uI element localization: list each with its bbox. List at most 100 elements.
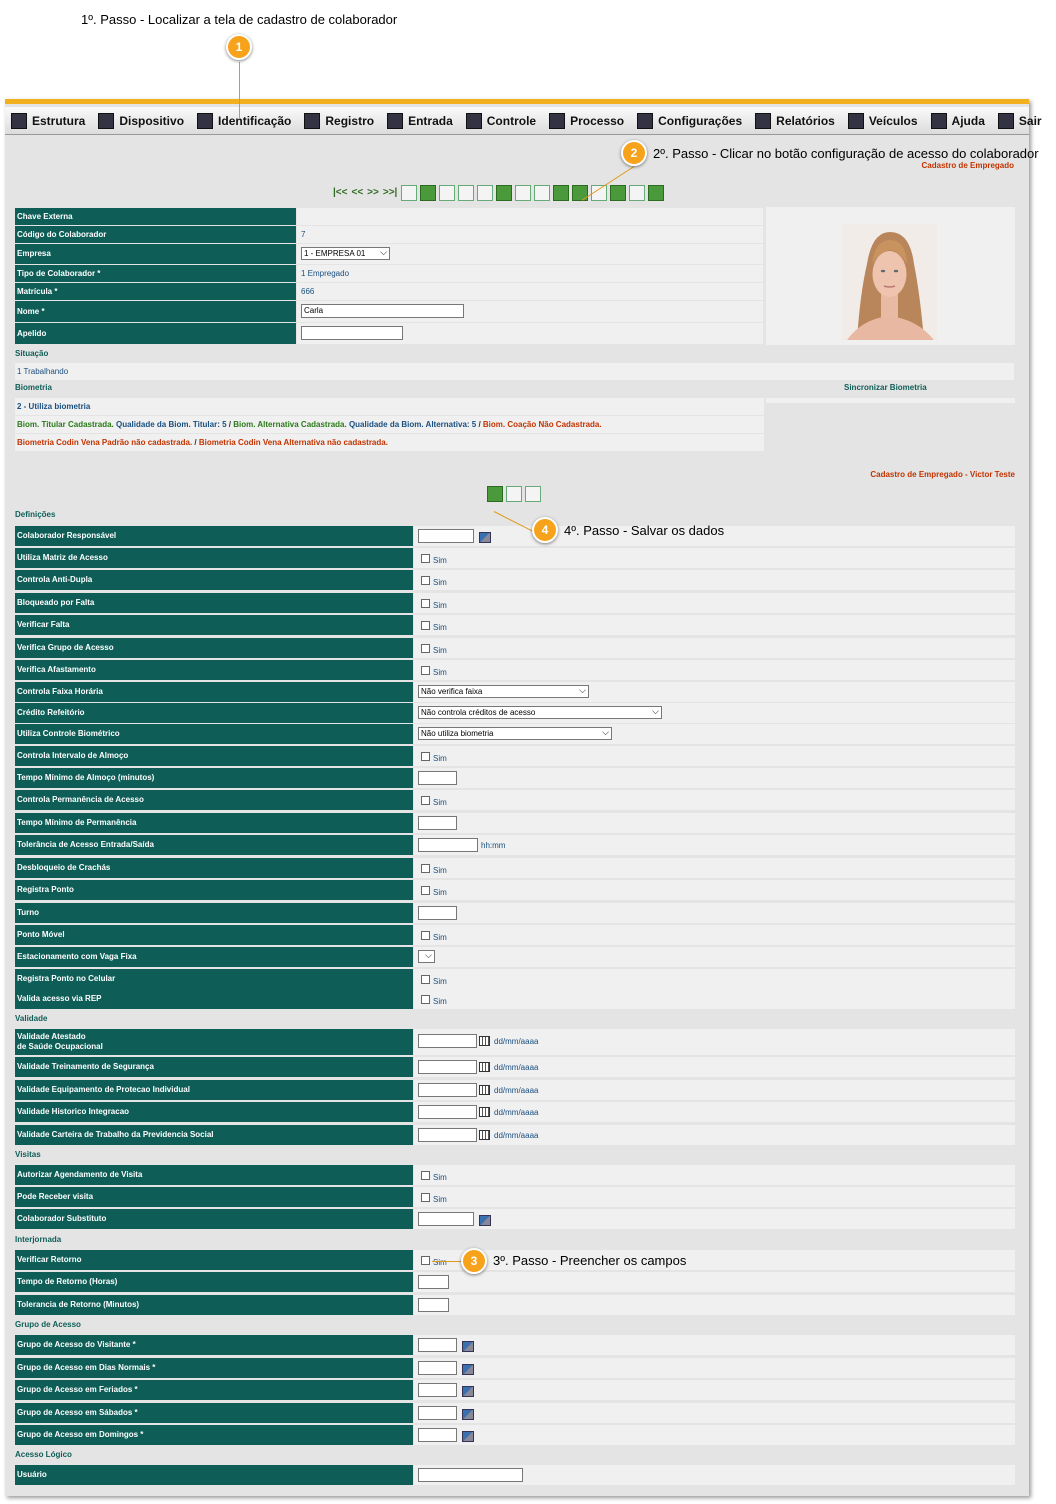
checkbox-intervalo-almoco[interactable]	[421, 752, 430, 761]
situacao-value[interactable]: 1 Trabalhando	[15, 363, 1014, 380]
empresa-select[interactable]: 1 - EMPRESA 01	[301, 247, 390, 260]
barcode-icon[interactable]	[610, 185, 627, 201]
calendar-icon[interactable]	[479, 1130, 490, 1140]
input-colaborador-responsavel[interactable]	[418, 529, 474, 543]
menu-controle[interactable]: Controle	[465, 112, 536, 129]
checkbox-verificar-falta[interactable]	[421, 621, 430, 630]
biometria-value[interactable]: 2 - Utiliza biometria	[15, 398, 764, 415]
employee-photo[interactable]	[842, 224, 937, 340]
checkbox-verifica-afastamento[interactable]	[421, 666, 430, 675]
tipo-value[interactable]: 1 Empregado	[297, 265, 763, 282]
new-record-icon[interactable]	[401, 185, 418, 201]
menu-veiculos[interactable]: Veículos	[847, 112, 918, 129]
menu-identificacao[interactable]: Identificação	[197, 112, 291, 129]
value-cell-tempo-permanencia	[414, 813, 1015, 833]
lookup-icon[interactable]	[462, 1431, 474, 1442]
input-treinamento[interactable]	[418, 1060, 477, 1074]
value-cell-desbloqueio-crachas	[414, 858, 1015, 878]
menu-entrada[interactable]: Entrada	[387, 112, 453, 129]
input-epi[interactable]	[418, 1083, 477, 1097]
status-titular: Biom. Titular Cadastrada.	[17, 420, 114, 429]
input-usuario[interactable]	[418, 1468, 523, 1482]
checkbox-agendamento-visita[interactable]	[421, 1171, 430, 1180]
checkbox-utiliza-matriz[interactable]	[421, 554, 430, 563]
input-grupo-normais[interactable]	[418, 1361, 457, 1375]
lookup-icon[interactable]	[479, 1215, 491, 1226]
hand-biometry-icon[interactable]	[648, 185, 665, 201]
save-record-icon[interactable]	[420, 185, 437, 201]
search-icon[interactable]	[458, 185, 475, 201]
select-controle-biometrico[interactable]: Não utiliza biometria	[418, 727, 612, 740]
input-tempo-permanencia[interactable]	[418, 816, 457, 830]
lookup-icon[interactable]	[462, 1409, 474, 1420]
menu-estrutura[interactable]: Estrutura	[11, 112, 85, 129]
save-icon[interactable]	[487, 486, 503, 502]
select-credito-refeitorio[interactable]: Não controla créditos de acesso	[418, 706, 662, 719]
label-faixa-horaria: Controla Faixa Horária	[15, 682, 413, 702]
prev-record-button[interactable]: <<	[351, 185, 363, 201]
input-integracao[interactable]	[418, 1105, 477, 1119]
value-cell-verificar-falta	[414, 615, 1015, 635]
sync-biometria-link[interactable]: Sincronizar Biometria	[844, 383, 927, 392]
menu-sair[interactable]: Sair	[997, 112, 1042, 129]
menu-registro[interactable]: Registro	[304, 112, 374, 129]
nome-input[interactable]: Carla	[301, 304, 464, 318]
input-tolerancia-retorno[interactable]	[418, 1298, 449, 1312]
photo-icon[interactable]	[496, 185, 513, 201]
help-icon[interactable]	[525, 486, 541, 502]
input-grupo-sabados[interactable]	[418, 1406, 457, 1420]
label-verificar-falta: Verificar Falta	[15, 615, 413, 635]
input-grupo-visitante[interactable]	[418, 1338, 457, 1352]
vehicle-icon[interactable]	[572, 185, 589, 201]
calendar-icon[interactable]	[479, 1062, 490, 1072]
menu-dispositivo[interactable]: Dispositivo	[98, 112, 184, 129]
back-icon[interactable]	[506, 486, 522, 502]
select-vaga-fixa[interactable]	[418, 950, 435, 963]
input-carteira[interactable]	[418, 1128, 477, 1142]
checkbox-label-receber-visita: Sim	[433, 1195, 447, 1204]
input-tempo-almoco[interactable]	[418, 771, 457, 785]
input-atestado-1[interactable]	[418, 1034, 477, 1048]
calendar-icon[interactable]	[479, 1107, 490, 1117]
checkbox-valida-rep[interactable]	[421, 995, 430, 1004]
menu-ajuda[interactable]: Ajuda	[930, 112, 985, 129]
undo-icon[interactable]	[439, 185, 456, 201]
access-config-icon[interactable]	[534, 185, 551, 201]
calendar-icon[interactable]	[479, 1036, 490, 1046]
checkbox-registra-ponto[interactable]	[421, 886, 430, 895]
menu-processo[interactable]: Processo	[549, 112, 624, 129]
next-record-button[interactable]: >>	[367, 185, 379, 201]
date-hint: dd/mm/aaaa	[494, 1086, 539, 1095]
print-icon[interactable]	[515, 185, 532, 201]
checkbox-desbloqueio-crachas[interactable]	[421, 864, 430, 873]
checkbox-receber-visita[interactable]	[421, 1193, 430, 1202]
input-substituto[interactable]	[418, 1212, 474, 1226]
lookup-icon[interactable]	[462, 1386, 474, 1397]
calendar-icon[interactable]	[479, 1085, 490, 1095]
input-turno[interactable]	[418, 906, 457, 920]
input-tolerancia-entrada-saida[interactable]	[418, 838, 478, 852]
select-faixa-horaria[interactable]: Não verifica faixa	[418, 685, 589, 698]
lookup-icon[interactable]	[462, 1341, 474, 1352]
input-tempo-retorno[interactable]	[418, 1275, 449, 1289]
help-icon[interactable]	[477, 185, 494, 201]
checkbox-anti-dupla[interactable]	[421, 576, 430, 585]
checkbox-ponto-celular[interactable]	[421, 975, 430, 984]
input-grupo-feriados[interactable]	[418, 1383, 457, 1397]
lookup-icon[interactable]	[462, 1364, 474, 1375]
lookup-icon[interactable]	[479, 532, 491, 543]
checkbox-verificar-retorno[interactable]	[421, 1256, 430, 1265]
checkbox-permanencia[interactable]	[421, 796, 430, 805]
phone-icon[interactable]	[553, 185, 570, 201]
menu-relatorios[interactable]: Relatórios	[755, 112, 835, 129]
apelido-input[interactable]	[301, 326, 403, 340]
checkbox-ponto-movel[interactable]	[421, 931, 430, 940]
document-icon[interactable]	[629, 185, 646, 201]
checkbox-bloqueado-falta[interactable]	[421, 599, 430, 608]
menu-configuracoes[interactable]: Configurações	[637, 112, 742, 129]
date-hint: dd/mm/aaaa	[494, 1063, 539, 1072]
first-record-button[interactable]: |<<	[333, 185, 347, 201]
input-grupo-domingos[interactable]	[418, 1428, 457, 1442]
last-record-button[interactable]: >>|	[383, 185, 397, 201]
checkbox-verifica-grupo[interactable]	[421, 644, 430, 653]
